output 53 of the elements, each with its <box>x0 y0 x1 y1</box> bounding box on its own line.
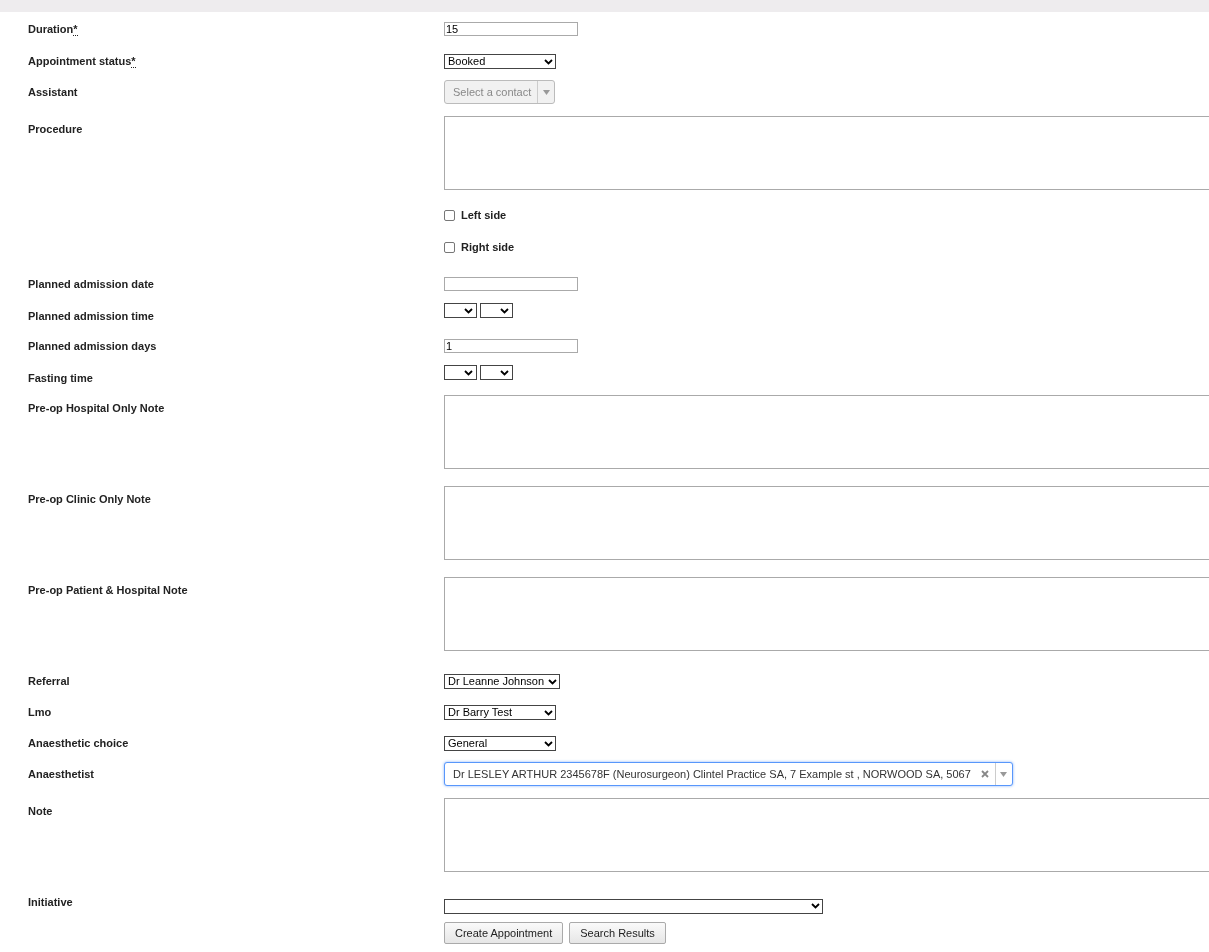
field-label: Anaesthetic choice <box>28 737 129 749</box>
field-label: Pre-op Clinic Only Note <box>28 493 151 505</box>
caret-down-icon <box>542 89 550 95</box>
chevron-down-icon <box>544 58 553 65</box>
field-label: Planned admission days <box>28 340 157 352</box>
chevron-down-icon <box>811 903 820 909</box>
chevron-down-icon <box>544 709 553 716</box>
checkbox[interactable] <box>444 209 455 221</box>
dropdown[interactable]: Dr Barry Test <box>444 705 556 720</box>
chevron-down-icon <box>548 678 557 685</box>
field-label: Pre-op Hospital Only Note <box>28 402 165 414</box>
form-button[interactable]: Search Results <box>569 922 666 944</box>
field-label: Anaesthetist <box>28 768 95 780</box>
clear-icon[interactable] <box>980 770 989 779</box>
field-label: Planned admission date <box>28 278 154 290</box>
field-label: Referral <box>28 675 70 687</box>
checkbox[interactable] <box>444 241 455 253</box>
chevron-down-icon <box>500 369 509 376</box>
chevron-down-icon <box>500 307 509 314</box>
field-label: Note <box>28 805 53 817</box>
chevron-down-icon <box>544 740 553 747</box>
field-label: Lmo <box>28 706 52 718</box>
caret-down-icon <box>1000 771 1008 777</box>
time-dropdown[interactable] <box>444 365 477 380</box>
text-field[interactable] <box>444 277 578 291</box>
text-area[interactable] <box>444 116 1209 190</box>
field-label: Planned admission time <box>28 310 154 322</box>
text-field[interactable]: 1 <box>444 339 578 353</box>
text-area[interactable] <box>444 486 1209 560</box>
text-area[interactable] <box>444 577 1209 651</box>
time-dropdown[interactable] <box>444 303 477 318</box>
text-area[interactable] <box>444 798 1209 872</box>
form-button[interactable]: Create Appointment <box>444 922 564 944</box>
checkbox-label: Left side <box>461 208 507 223</box>
chevron-down-icon <box>464 369 473 376</box>
field-label: Assistant <box>28 86 78 98</box>
chevron-down-icon <box>464 307 473 314</box>
text-area[interactable] <box>444 395 1209 469</box>
field-label: Duration* <box>28 23 78 36</box>
field-label: Initiative <box>28 896 73 908</box>
dropdown[interactable]: Booked <box>444 54 556 69</box>
contact-select[interactable]: Dr LESLEY ARTHUR 2345678F (Neurosurgeon) Clintel Practice SA, 7 Example st , NORWOOD SA, 5067 <box>444 762 1013 787</box>
field-label: Procedure <box>28 123 83 135</box>
dropdown[interactable]: Dr Leanne Johnson <box>444 674 560 689</box>
time-dropdown[interactable] <box>480 303 513 318</box>
dropdown[interactable]: General <box>444 736 556 751</box>
field-label: Fasting time <box>28 372 93 384</box>
checkbox-label: Right side <box>461 240 515 255</box>
time-dropdown[interactable] <box>480 365 513 380</box>
field-label: Appointment status* <box>28 55 136 68</box>
dropdown[interactable] <box>444 898 823 914</box>
text-field[interactable]: 15 <box>444 22 578 36</box>
field-label: Pre-op Patient & Hospital Note <box>28 584 188 596</box>
